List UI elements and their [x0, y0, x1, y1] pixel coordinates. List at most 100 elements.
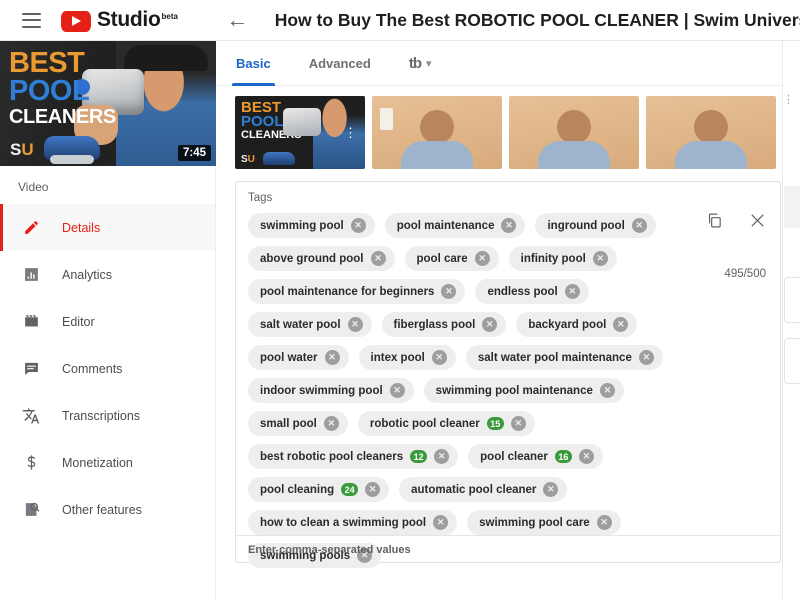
thumbnail-option-auto-2[interactable] — [509, 96, 639, 169]
remove-tag-icon[interactable]: ✕ — [433, 515, 449, 530]
partial-card-2 — [784, 338, 800, 384]
remove-tag-icon[interactable]: ✕ — [434, 449, 450, 464]
tag-chip[interactable]: pool maintenance for beginners ✕ — [248, 279, 466, 304]
tab-advanced[interactable]: Advanced — [309, 41, 371, 86]
sidebar-item-transcriptions[interactable]: Transcriptions — [0, 392, 215, 439]
thumbnail-option-auto-1[interactable] — [372, 96, 502, 169]
thumbnail-option-auto-3[interactable] — [646, 96, 776, 169]
tag-chip[interactable]: small pool ✕ — [248, 411, 348, 436]
sidebar-item-label: Transcriptions — [62, 408, 141, 423]
clapperboard-icon — [18, 313, 44, 330]
beta-badge: beta — [161, 12, 178, 22]
tag-chip-label: best robotic pool cleaners — [260, 450, 404, 463]
remove-tag-icon[interactable]: ✕ — [543, 482, 559, 497]
tag-chip[interactable]: how to clean a swimming pool ✕ — [248, 510, 458, 535]
remove-tag-icon[interactable]: ✕ — [370, 251, 386, 266]
tag-chip[interactable]: salt water pool maintenance ✕ — [465, 345, 663, 370]
sidebar-item-other-features[interactable]: Other features — [0, 486, 215, 533]
tag-chip[interactable]: swimming pool ✕ — [248, 213, 375, 238]
sidebar-item-analytics[interactable]: Analytics — [0, 251, 215, 298]
remove-tag-icon[interactable]: ✕ — [578, 449, 594, 464]
remove-tag-icon[interactable]: ✕ — [441, 284, 457, 299]
wm-s: S — [241, 154, 248, 165]
remove-tag-icon[interactable]: ✕ — [347, 317, 363, 332]
remove-tag-icon[interactable]: ✕ — [350, 218, 366, 233]
tag-chip[interactable]: intex pool ✕ — [358, 345, 456, 370]
remove-tag-icon[interactable]: ✕ — [596, 515, 612, 530]
thumbnail-option-custom[interactable]: BEST POOL CLEANERS SU ⋮ — [235, 96, 365, 169]
more-vertical-icon[interactable]: ⋮ — [344, 126, 357, 139]
studio-logo[interactable]: Studiobeta — [60, 7, 178, 32]
remove-tag-icon[interactable]: ✕ — [365, 482, 381, 497]
tags-character-counter: 495/500 — [724, 268, 766, 280]
tag-chip-label: robotic pool cleaner — [369, 417, 480, 430]
tag-chip[interactable]: infinity pool ✕ — [508, 246, 617, 271]
tag-chip[interactable]: above ground pool ✕ — [248, 246, 395, 271]
tag-chip[interactable]: pool maintenance ✕ — [384, 213, 526, 238]
tags-label: Tags — [248, 192, 273, 204]
tag-chip-label: fiberglass pool — [393, 318, 476, 331]
sidebar-item-comments[interactable]: Comments — [0, 345, 215, 392]
remove-tag-icon[interactable]: ✕ — [501, 218, 517, 233]
tag-chip[interactable]: swimming pool care ✕ — [467, 510, 621, 535]
youtube-play-icon — [60, 10, 91, 32]
tag-chip-label: pool care — [416, 252, 468, 265]
thumbnail-line3: CLEANERS — [9, 106, 116, 128]
remove-tag-icon[interactable]: ✕ — [638, 350, 654, 365]
tag-chip-label: pool cleaning — [260, 483, 335, 496]
sidebar-item-label: Comments — [62, 361, 123, 376]
youtube-studio-window: Studiobeta ← How to Buy The Best ROBOTIC… — [0, 0, 800, 599]
bar-chart-icon — [18, 266, 44, 283]
tab-basic[interactable]: Basic — [232, 41, 275, 86]
tubebuddy-menu[interactable]: tb ▾ — [409, 55, 432, 72]
tag-chip[interactable]: automatic pool cleaner ✕ — [399, 477, 568, 502]
remove-tag-icon[interactable]: ✕ — [599, 383, 615, 398]
tag-chip[interactable]: indoor swimming pool ✕ — [248, 378, 414, 403]
remove-tag-icon[interactable]: ✕ — [482, 317, 498, 332]
back-arrow-icon[interactable]: ← — [226, 9, 249, 31]
tag-chip[interactable]: inground pool ✕ — [535, 213, 656, 238]
tag-chip[interactable]: endless pool ✕ — [475, 279, 589, 304]
remove-tag-icon[interactable]: ✕ — [564, 284, 580, 299]
translate-icon — [18, 407, 44, 425]
remove-tag-icon[interactable]: ✕ — [323, 416, 339, 431]
remove-tag-icon[interactable]: ✕ — [324, 350, 340, 365]
remove-tag-icon[interactable]: ✕ — [510, 416, 526, 431]
tag-chip[interactable]: pool water ✕ — [248, 345, 349, 370]
tag-chip[interactable]: pool cleaner 16 ✕ — [468, 444, 603, 469]
hamburger-icon[interactable] — [22, 12, 41, 28]
tag-chip[interactable]: swimming pool maintenance ✕ — [423, 378, 624, 403]
thumbnail-line2: POOL — [9, 75, 90, 107]
wm-u: U — [247, 154, 255, 165]
tag-chip[interactable]: backyard pool ✕ — [516, 312, 638, 337]
close-icon[interactable] — [749, 212, 766, 229]
auto-thumb-body — [538, 141, 610, 169]
tag-chip-label: inground pool — [547, 219, 625, 232]
tag-score-badge: 12 — [410, 450, 428, 463]
tag-chip-label: how to clean a swimming pool — [260, 516, 427, 529]
sidebar-item-details[interactable]: Details — [0, 204, 215, 251]
tag-chip[interactable]: pool care ✕ — [404, 246, 499, 271]
remove-tag-icon[interactable]: ✕ — [474, 251, 490, 266]
tag-chip[interactable]: best robotic pool cleaners 12 ✕ — [248, 444, 459, 469]
sidebar-item-monetization[interactable]: Monetization — [0, 439, 215, 486]
remove-tag-icon[interactable]: ✕ — [631, 218, 647, 233]
dollar-icon — [18, 454, 44, 471]
tag-chip[interactable]: pool cleaning 24 ✕ — [248, 477, 390, 502]
remove-tag-icon[interactable]: ✕ — [431, 350, 447, 365]
copy-icon[interactable] — [706, 212, 723, 229]
tag-chip-label: backyard pool — [528, 318, 607, 331]
tag-chip-label: endless pool — [487, 285, 558, 298]
tag-chip[interactable]: salt water pool ✕ — [248, 312, 372, 337]
remove-tag-icon[interactable]: ✕ — [389, 383, 405, 398]
sidebar-item-editor[interactable]: Editor — [0, 298, 215, 345]
video-duration-badge: 7:45 — [177, 145, 211, 161]
auto-thumb-face — [557, 110, 591, 144]
remove-tag-icon[interactable]: ✕ — [592, 251, 608, 266]
studio-wordmark: Studio — [96, 7, 161, 31]
video-thumbnail-preview[interactable]: BEST POOL CLEANERS SU 7:45 — [0, 41, 216, 166]
auto-thumb-body — [401, 141, 473, 169]
tag-chip[interactable]: robotic pool cleaner 15 ✕ — [357, 411, 535, 436]
remove-tag-icon[interactable]: ✕ — [613, 317, 629, 332]
tag-chip[interactable]: fiberglass pool ✕ — [381, 312, 507, 337]
